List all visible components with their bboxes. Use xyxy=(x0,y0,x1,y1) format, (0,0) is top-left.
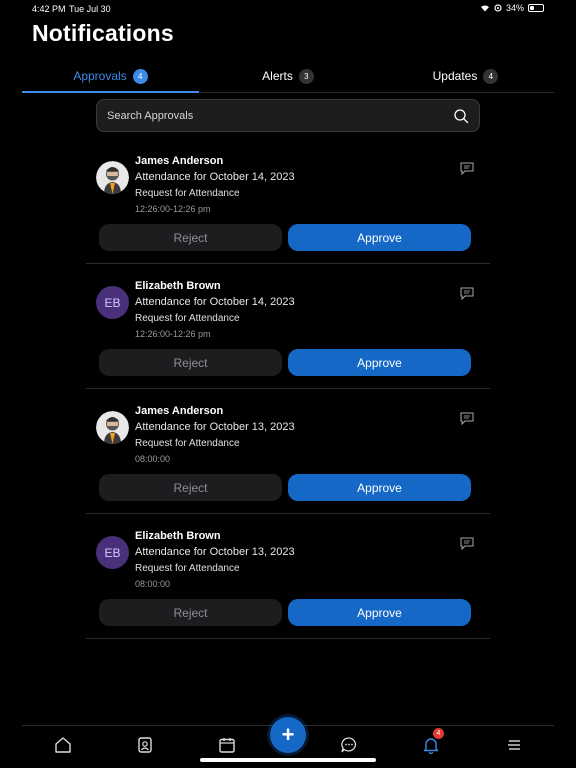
avatar-initials: EB xyxy=(96,536,129,569)
comment-icon[interactable] xyxy=(460,537,474,550)
battery-icon xyxy=(528,4,544,12)
comment-icon[interactable] xyxy=(460,287,474,300)
requester-name: Elizabeth Brown xyxy=(135,280,221,292)
menu-icon[interactable] xyxy=(503,734,525,756)
request-time: 08:00:00 xyxy=(135,579,171,589)
status-time: 4:42 PM xyxy=(32,4,66,14)
request-time: 08:00:00 xyxy=(135,454,171,464)
approval-card: EB Elizabeth Brown Attendance for Octobe… xyxy=(86,264,490,389)
request-title: Attendance for October 13, 2023 xyxy=(135,421,295,433)
tab-count-badge: 4 xyxy=(132,68,148,84)
status-indicators: 34% xyxy=(480,3,544,13)
wifi-icon xyxy=(480,5,489,12)
location-icon xyxy=(494,4,502,12)
user-photo-icon xyxy=(96,161,129,194)
requester-name: James Anderson xyxy=(135,155,224,167)
request-type: Request for Attendance xyxy=(135,438,240,449)
bell-icon[interactable]: 4 xyxy=(420,728,444,756)
search-icon[interactable] xyxy=(453,108,469,124)
tab-alerts[interactable]: Alerts 3 xyxy=(199,60,377,92)
tab-bar: Approvals 4 Alerts 3 Updates 4 xyxy=(22,60,554,93)
approval-card: James Anderson Attendance for October 14… xyxy=(86,139,490,264)
search-input[interactable] xyxy=(107,109,453,122)
page-title: Notifications xyxy=(32,20,174,46)
approval-card: James Anderson Attendance for October 13… xyxy=(86,389,490,514)
comment-icon[interactable] xyxy=(460,412,474,425)
request-type: Request for Attendance xyxy=(135,563,240,574)
reject-button[interactable]: Reject xyxy=(99,599,282,626)
request-title: Attendance for October 13, 2023 xyxy=(135,546,295,558)
approve-button[interactable]: Approve xyxy=(288,474,471,501)
reject-button[interactable]: Reject xyxy=(99,224,282,251)
avatar xyxy=(96,411,129,444)
status-bar: 4:42 PM Tue Jul 30 34% xyxy=(0,0,576,16)
request-type: Request for Attendance xyxy=(135,188,240,199)
add-button[interactable]: + xyxy=(270,717,306,753)
home-icon[interactable] xyxy=(52,734,74,756)
request-type: Request for Attendance xyxy=(135,313,240,324)
approve-button[interactable]: Approve xyxy=(288,599,471,626)
request-time: 12:26:00-12:26 pm xyxy=(135,204,211,214)
approval-card: EB Elizabeth Brown Attendance for Octobe… xyxy=(86,514,490,639)
tab-updates[interactable]: Updates 4 xyxy=(377,60,554,92)
request-title: Attendance for October 14, 2023 xyxy=(135,171,295,183)
home-indicator[interactable] xyxy=(200,758,376,762)
contacts-icon[interactable] xyxy=(134,734,156,756)
calendar-icon[interactable] xyxy=(216,734,238,756)
requester-name: James Anderson xyxy=(135,405,224,417)
notification-count-badge: 4 xyxy=(433,728,444,739)
reject-button[interactable]: Reject xyxy=(99,474,282,501)
avatar-initials: EB xyxy=(96,286,129,319)
request-title: Attendance for October 14, 2023 xyxy=(135,296,295,308)
chat-icon[interactable] xyxy=(338,734,360,756)
search-bar xyxy=(96,99,480,132)
reject-button[interactable]: Reject xyxy=(99,349,282,376)
battery-percent: 34% xyxy=(505,3,524,13)
tab-count-badge: 3 xyxy=(298,68,314,84)
add-icon: + xyxy=(281,722,295,747)
tab-label: Alerts xyxy=(262,69,293,83)
request-time: 12:26:00-12:26 pm xyxy=(135,329,211,339)
tab-label: Updates xyxy=(432,69,478,83)
approve-button[interactable]: Approve xyxy=(288,224,471,251)
approve-button[interactable]: Approve xyxy=(288,349,471,376)
status-date: Tue Jul 30 xyxy=(69,4,111,14)
tab-label: Approvals xyxy=(73,69,127,83)
comment-icon[interactable] xyxy=(460,162,474,175)
requester-name: Elizabeth Brown xyxy=(135,530,221,542)
avatar xyxy=(96,161,129,194)
tab-approvals[interactable]: Approvals 4 xyxy=(22,60,199,93)
tab-count-badge: 4 xyxy=(483,68,499,84)
user-photo-icon xyxy=(96,411,129,444)
